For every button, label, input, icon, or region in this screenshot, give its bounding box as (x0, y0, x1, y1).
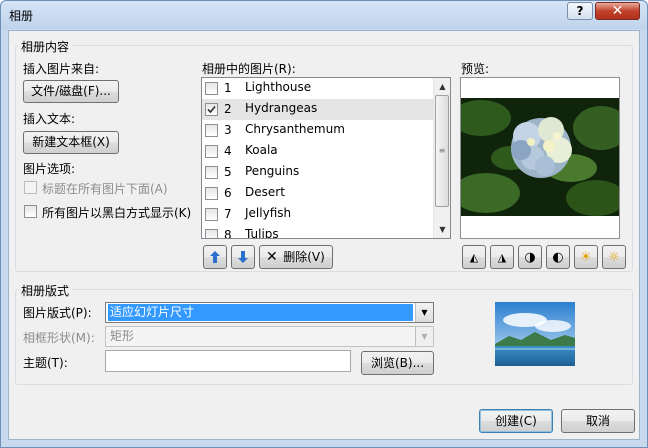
insert-from-label: 插入图片来自: (23, 62, 100, 76)
list-item[interactable]: 4 Koala (202, 141, 434, 162)
contrast-up-icon: ◑ (524, 250, 536, 265)
arrow-up-icon (210, 251, 220, 263)
delete-x-icon: ✕ (266, 249, 278, 265)
picture-number: 7 (224, 207, 232, 221)
arrow-down-icon (238, 251, 248, 263)
black-white-checkbox[interactable] (24, 205, 37, 218)
new-textbox-button[interactable]: 新建文本框(X) (23, 131, 119, 154)
picture-checkbox[interactable] (205, 229, 218, 238)
album-dialog: 相册 ? ✕ 相册内容 插入图片来自: 文件/磁盘(F)... 插入文本: 新建… (0, 0, 648, 448)
checkmark-icon (207, 105, 216, 114)
scrollbar-thumb[interactable]: ≡ (435, 95, 449, 207)
scroll-down-arrow-icon[interactable]: ▼ (434, 221, 450, 238)
list-item[interactable]: 6 Desert (202, 183, 434, 204)
picture-number: 3 (224, 123, 232, 137)
frame-shape-value: 矩形 (110, 329, 135, 343)
chevron-down-icon[interactable]: ▼ (415, 327, 433, 346)
picture-checkbox[interactable] (205, 166, 218, 179)
picture-checkbox[interactable] (205, 208, 218, 221)
delete-button-label: 删除(V) (283, 250, 325, 264)
picture-number: 4 (224, 144, 232, 158)
increase-brightness-button[interactable]: ☀ (574, 245, 598, 269)
picture-options-label: 图片选项: (23, 162, 76, 176)
picture-number: 6 (224, 186, 232, 200)
picture-name: Lighthouse (245, 80, 312, 94)
dialog-body: 相册内容 插入图片来自: 文件/磁盘(F)... 插入文本: 新建文本框(X) … (8, 30, 640, 440)
preview-pane (460, 77, 620, 239)
move-up-button[interactable] (203, 245, 227, 269)
black-white-label: 所有图片以黑白方式显示(K) (42, 206, 192, 220)
layout-thumbnail-image (495, 302, 575, 366)
rotate-left-icon: ◭ (469, 251, 479, 264)
list-item[interactable]: 1 Lighthouse (202, 78, 434, 99)
picture-checkbox[interactable] (205, 187, 218, 200)
picture-checkbox[interactable] (205, 82, 218, 95)
preview-label: 预览: (461, 62, 490, 76)
picture-name: Tulips (245, 227, 279, 239)
theme-label: 主题(T): (23, 356, 68, 370)
rotate-right-icon: ◮ (497, 251, 507, 264)
title-bar: 相册 ? ✕ (1, 1, 647, 29)
captions-below-checkbox[interactable] (24, 181, 37, 194)
cancel-button[interactable]: 取消 (561, 409, 635, 433)
list-scrollbar[interactable]: ▲ ≡ ▼ (433, 78, 450, 238)
increase-contrast-button[interactable]: ◑ (518, 245, 542, 269)
picture-layout-select[interactable]: 适应幻灯片尺寸 ▼ (105, 302, 434, 323)
decrease-contrast-button[interactable]: ◐ (546, 245, 570, 269)
contrast-down-icon: ◐ (552, 250, 564, 265)
list-item[interactable]: 8 Tulips (202, 225, 434, 239)
picture-checkbox-checked[interactable] (205, 103, 218, 116)
picture-number: 5 (224, 165, 232, 179)
pictures-in-album-label: 相册中的图片(R): (202, 62, 296, 76)
album-content-group-label: 相册内容 (18, 38, 73, 55)
picture-checkbox[interactable] (205, 145, 218, 158)
picture-number: 1 (224, 81, 232, 95)
picture-number: 2 (224, 102, 232, 116)
picture-layout-label: 图片版式(P): (23, 306, 92, 320)
delete-button[interactable]: ✕ 删除(V) (259, 245, 333, 269)
list-item[interactable]: 5 Penguins (202, 162, 434, 183)
help-button[interactable]: ? (567, 2, 593, 20)
theme-input[interactable] (105, 350, 351, 372)
list-item-selected[interactable]: 2 Hydrangeas (202, 99, 434, 120)
close-button[interactable]: ✕ (595, 2, 640, 20)
rotate-right-button[interactable]: ◮ (490, 245, 514, 269)
picture-number: 8 (224, 228, 232, 239)
rotate-left-button[interactable]: ◭ (462, 245, 486, 269)
frame-shape-label: 相框形状(M): (23, 331, 95, 345)
picture-name: Koala (245, 143, 278, 157)
picture-name: Desert (245, 185, 285, 199)
browse-button[interactable]: 浏览(B)... (361, 351, 434, 375)
decrease-brightness-button[interactable]: ☼ (602, 245, 626, 269)
picture-name: Chrysanthemum (245, 122, 345, 136)
picture-name: Jellyfish (245, 206, 292, 220)
brightness-down-icon: ☼ (608, 250, 620, 265)
picture-checkbox[interactable] (205, 124, 218, 137)
dialog-title: 相册 (9, 9, 34, 23)
chevron-down-icon[interactable]: ▼ (415, 303, 433, 322)
hydrangea-preview-image (461, 98, 619, 216)
list-item[interactable]: 7 Jellyfish (202, 204, 434, 225)
insert-text-label: 插入文本: (23, 112, 76, 126)
picture-name: Penguins (245, 164, 300, 178)
list-item[interactable]: 3 Chrysanthemum (202, 120, 434, 141)
frame-shape-select[interactable]: 矩形 ▼ (105, 326, 434, 347)
brightness-up-icon: ☀ (580, 250, 592, 265)
album-layout-group-label: 相册版式 (18, 282, 73, 299)
captions-below-label: 标题在所有图片下面(A) (42, 182, 168, 196)
scroll-up-arrow-icon[interactable]: ▲ (434, 78, 450, 95)
picture-layout-value: 适应幻灯片尺寸 (108, 304, 413, 321)
file-disk-button[interactable]: 文件/磁盘(F)... (23, 80, 119, 103)
move-down-button[interactable] (231, 245, 255, 269)
picture-name: Hydrangeas (245, 101, 318, 115)
pictures-listbox[interactable]: 1 Lighthouse 2 Hydrangeas 3 Chrysanthemu… (201, 77, 451, 239)
create-button[interactable]: 创建(C) (479, 409, 553, 433)
